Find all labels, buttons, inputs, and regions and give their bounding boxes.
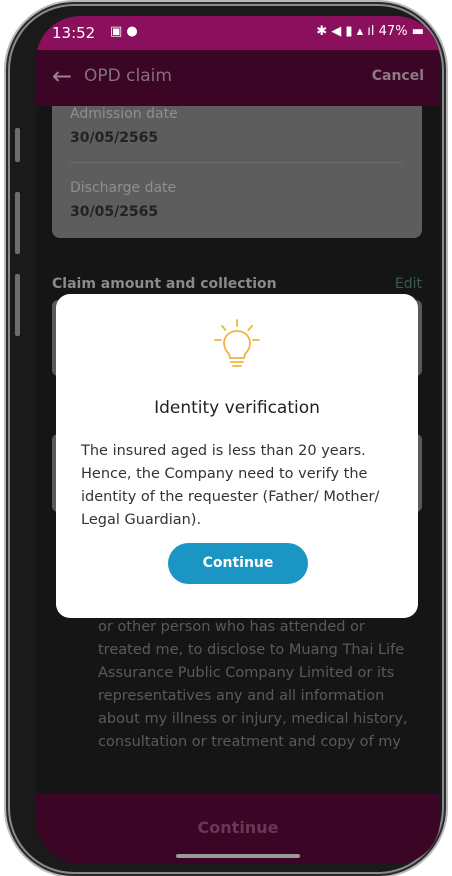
lightbulb-icon (214, 319, 260, 367)
dialog-title: Identity verification (154, 398, 320, 418)
dialog-continue-button[interactable]: Continue (168, 543, 308, 584)
identity-verification-dialog: Identity verification The insured aged i… (56, 294, 418, 618)
phone-side-button (15, 274, 20, 336)
phone-side-button (15, 192, 20, 254)
phone-side-button (15, 128, 20, 162)
screen: 13:52 ▣ ● ✱ ◀ ▮ ▴ ıl 47% ▬ ← OPD claim C… (36, 16, 440, 864)
dialog-message: The insured aged is less than 20 years. … (81, 443, 380, 528)
